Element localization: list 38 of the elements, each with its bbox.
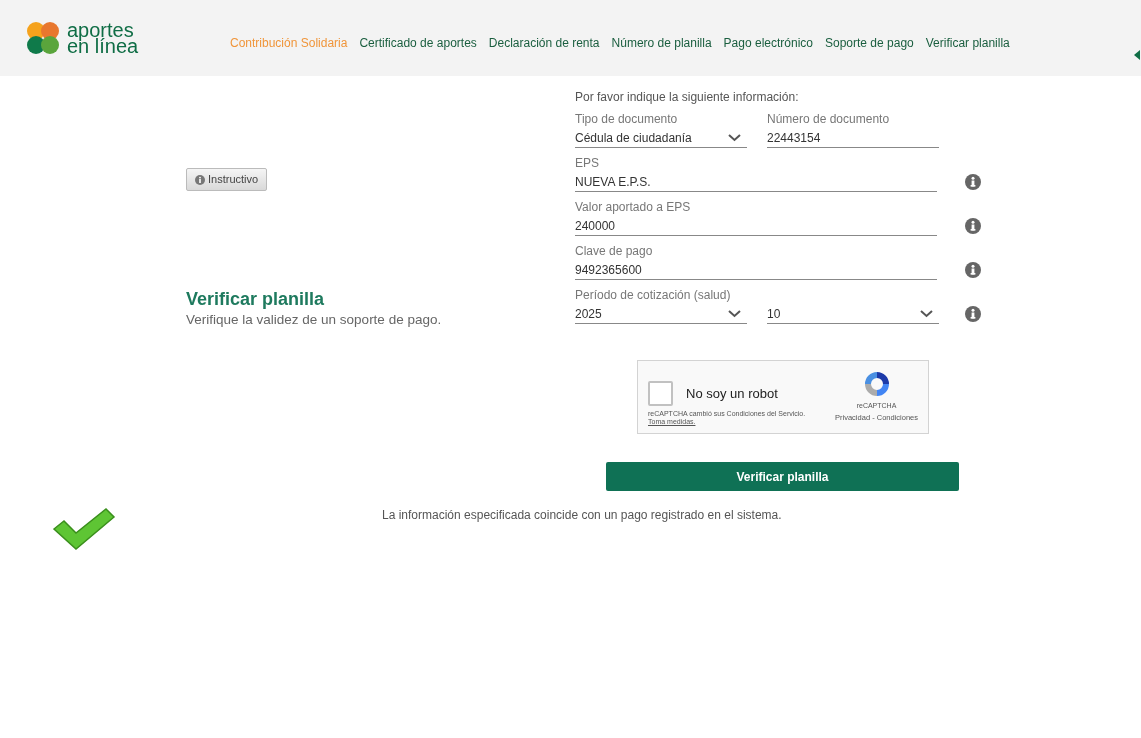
chevron-left-icon[interactable] [1133, 50, 1141, 60]
info-icon[interactable] [965, 262, 981, 278]
field-label: Tipo de documento [575, 111, 679, 128]
result-message: La información especificada coincide con un pago registrado en el sistema. [382, 507, 782, 525]
nav-link[interactable]: Número de planilla [611, 34, 712, 52]
input-field[interactable]: 9492365600 [575, 260, 937, 280]
verify-button[interactable]: Verificar planilla [606, 462, 959, 492]
captcha-label: No soy un robot [686, 385, 778, 403]
page-title: Verificar planilla [186, 288, 325, 310]
select-field[interactable]: Cédula de ciudadanía [575, 128, 747, 148]
field-label: Número de documento [767, 111, 891, 128]
field-label: Valor aportado a EPS [575, 199, 692, 216]
field-label: Período de cotización (salud) [575, 287, 732, 304]
field-label: Clave de pago [575, 243, 654, 260]
field-label: EPS [575, 155, 600, 172]
select-field[interactable]: 2025 [575, 304, 747, 324]
input-field[interactable]: 240000 [575, 216, 937, 236]
info-icon[interactable] [965, 218, 981, 234]
checkmark-icon [52, 507, 116, 552]
select-field[interactable]: 10 [767, 304, 939, 324]
chevron-down-icon [728, 133, 741, 142]
input-field[interactable]: NUEVA E.P.S. [575, 172, 937, 192]
info-icon[interactable] [965, 306, 981, 322]
input-field[interactable]: 22443154 [767, 128, 939, 148]
chevron-down-icon [728, 309, 741, 318]
nav-link[interactable]: Verificar planilla [925, 34, 1010, 52]
info-icon[interactable] [965, 174, 981, 190]
captcha-checkbox[interactable] [648, 381, 673, 407]
chevron-down-icon [920, 309, 933, 318]
logo-icon [25, 21, 61, 55]
nav-link[interactable]: Soporte de pago [825, 34, 914, 52]
form-heading: Por favor indique la siguiente información: [575, 89, 800, 106]
info-icon [195, 174, 205, 185]
nav-link[interactable]: Declaración de renta [488, 34, 600, 52]
nav-link[interactable]: Certificado de aportes [359, 34, 477, 52]
instructivo-button[interactable]: Instructivo [186, 168, 268, 191]
page-subtitle: Verifique la validez de un soporte de pago. [186, 311, 442, 329]
nav-link[interactable]: Pago electrónico [723, 34, 813, 52]
